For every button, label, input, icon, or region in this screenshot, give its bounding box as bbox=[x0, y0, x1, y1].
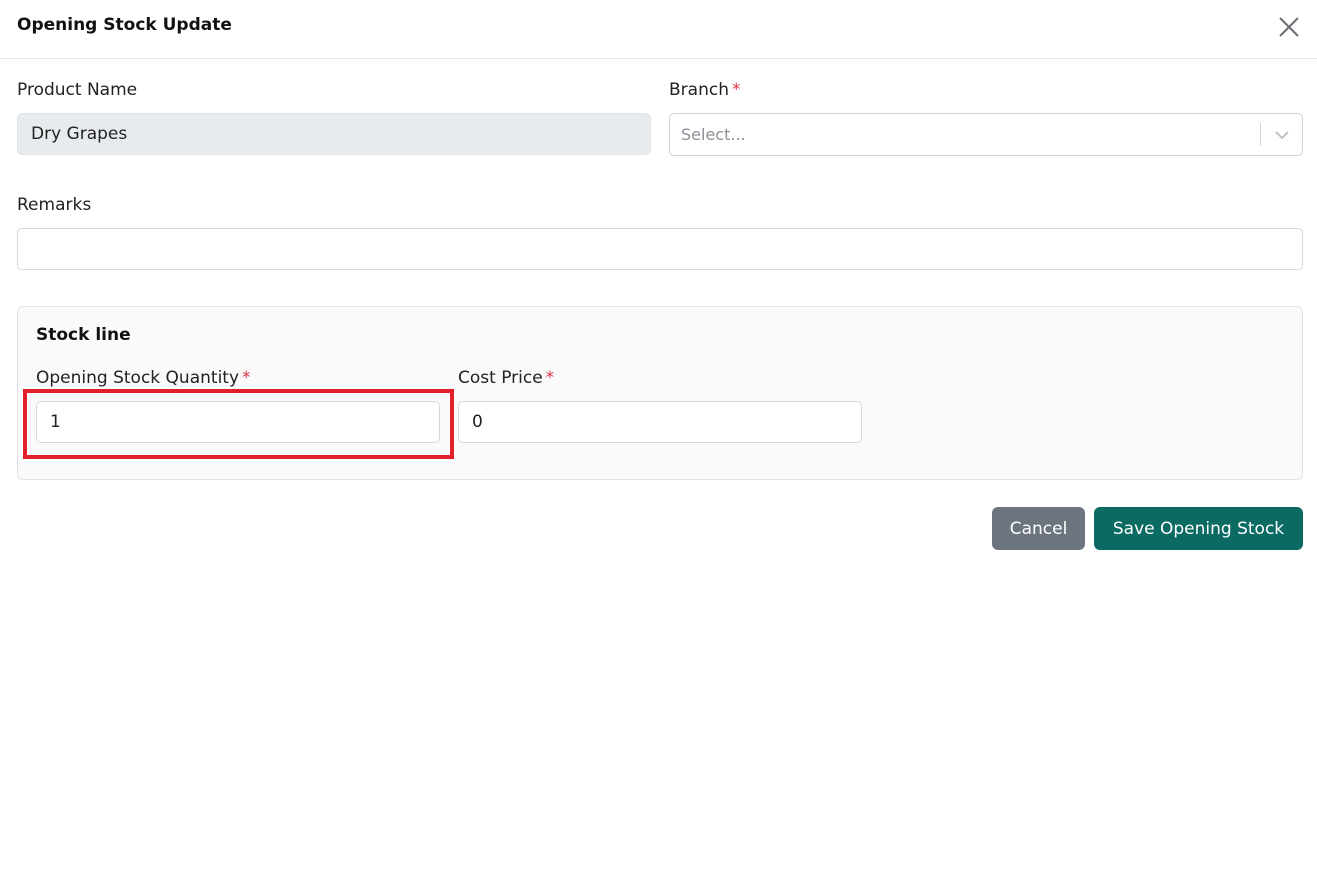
close-button[interactable] bbox=[1276, 14, 1302, 40]
dialog-header: Opening Stock Update bbox=[0, 0, 1317, 59]
opening-quantity-field[interactable] bbox=[36, 401, 440, 443]
branch-label-text: Branch bbox=[669, 80, 729, 100]
cost-price-label: Cost Price * bbox=[458, 368, 554, 388]
close-icon bbox=[1279, 17, 1299, 37]
opening-quantity-label-text: Opening Stock Quantity bbox=[36, 368, 240, 388]
stock-line-panel bbox=[17, 306, 1303, 480]
cancel-button[interactable]: Cancel bbox=[992, 507, 1085, 550]
stock-line-title: Stock line bbox=[36, 325, 131, 345]
product-name-label: Product Name bbox=[17, 80, 137, 100]
branch-select[interactable]: Select... bbox=[669, 113, 1303, 156]
branch-select-placeholder: Select... bbox=[681, 125, 746, 144]
opening-stock-dialog: Opening Stock Update Product Name Branch… bbox=[0, 0, 1317, 888]
remarks-field[interactable] bbox=[17, 228, 1303, 270]
remarks-label-text: Remarks bbox=[17, 195, 92, 215]
save-opening-stock-button[interactable]: Save Opening Stock bbox=[1094, 507, 1303, 550]
required-mark: * bbox=[242, 368, 251, 388]
branch-label: Branch * bbox=[669, 80, 740, 100]
required-mark: * bbox=[731, 80, 741, 100]
cost-price-field[interactable] bbox=[458, 401, 862, 443]
cost-price-label-text: Cost Price bbox=[458, 368, 543, 388]
select-divider bbox=[1260, 123, 1261, 146]
product-name-label-text: Product Name bbox=[17, 80, 138, 100]
chevron-down-icon[interactable] bbox=[1273, 126, 1291, 144]
remarks-label: Remarks bbox=[17, 195, 91, 215]
product-name-field[interactable] bbox=[17, 113, 651, 155]
required-mark: * bbox=[545, 368, 555, 388]
opening-quantity-label: Opening Stock Quantity * bbox=[36, 368, 251, 388]
dialog-title: Opening Stock Update bbox=[17, 15, 232, 35]
